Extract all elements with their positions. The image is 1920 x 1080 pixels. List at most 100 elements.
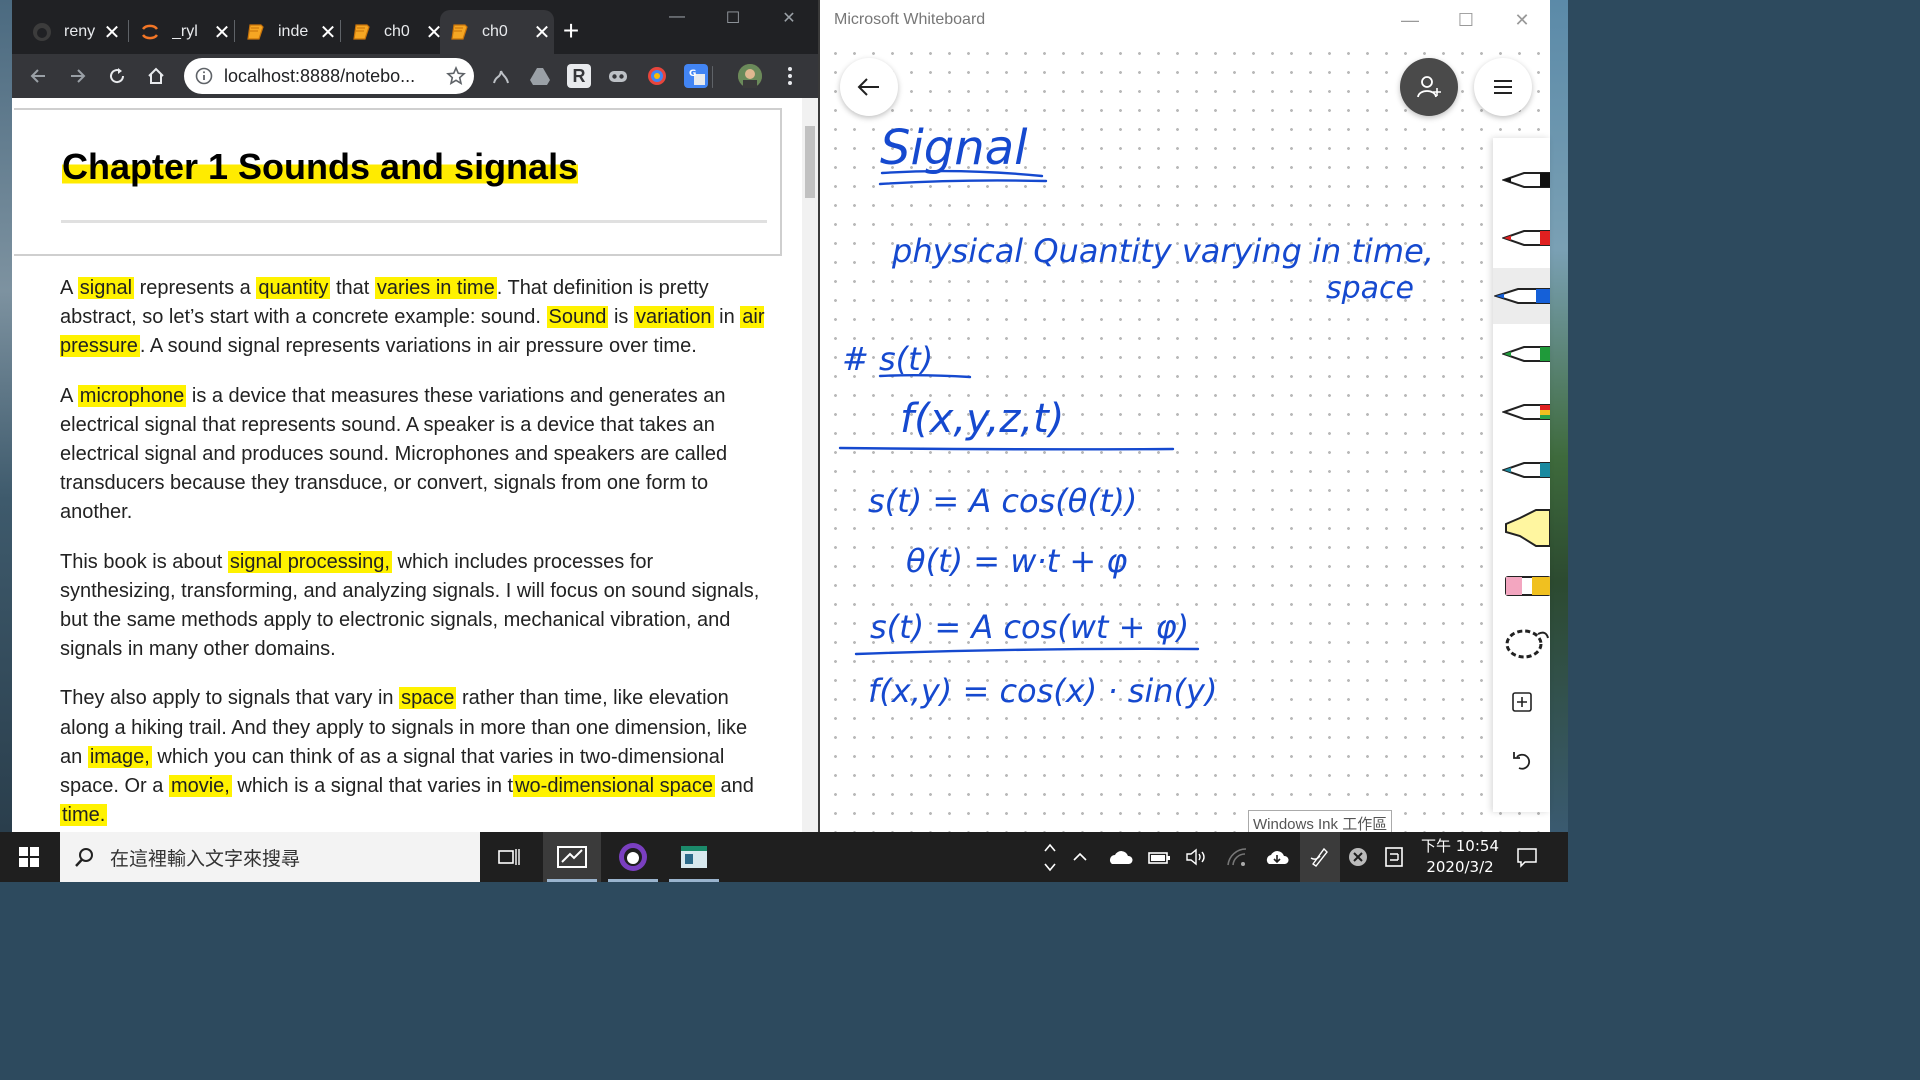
system-clock[interactable]: 下午 10:54 2020/3/2 [1418, 836, 1502, 878]
onedrive-icon[interactable] [1104, 832, 1136, 882]
extension-colorful-icon[interactable] [645, 64, 669, 88]
github-desktop-taskbar-app[interactable] [604, 832, 662, 882]
ime-mode-icon[interactable] [1380, 832, 1408, 882]
desktop-background-right [1550, 0, 1568, 832]
pen-rainbow-icon [1502, 404, 1550, 420]
page-scrollbar[interactable] [802, 98, 818, 832]
ink-line-9: f(x,y) = cos(x) · sin(y) [868, 672, 1217, 710]
whiteboard-app-icon [557, 846, 587, 868]
extension-mask-icon[interactable] [606, 64, 630, 88]
maximize-icon[interactable]: ☐ [718, 8, 748, 32]
action-center-icon[interactable] [1512, 832, 1542, 882]
whiteboard-window: Microsoft Whiteboard — ☐ ✕ Signal physic… [818, 0, 1550, 837]
address-bar[interactable]: localhost:8888/notebo... [184, 58, 474, 94]
highlighter-tool[interactable] [1493, 500, 1550, 556]
show-hidden-icons[interactable] [1066, 832, 1094, 882]
profile-avatar[interactable] [738, 64, 762, 88]
tab-ch0[interactable]: ch0 ✕ [342, 10, 446, 54]
menu-button[interactable] [1474, 58, 1532, 116]
add-box-icon [1511, 692, 1532, 712]
whiteboard-canvas[interactable]: Signal physical Quantity varying in time… [820, 40, 1550, 837]
ink-divider-1 [838, 446, 1175, 451]
jupyter-icon [140, 22, 160, 42]
url-text[interactable]: localhost:8888/notebo... [224, 66, 438, 87]
tab-github[interactable]: reny ✕ [22, 10, 124, 54]
undo-tool[interactable] [1493, 732, 1550, 788]
taskbar-scroll-arrows[interactable] [1040, 832, 1060, 882]
close-circle-icon[interactable] [1344, 832, 1372, 882]
pen-red-icon [1502, 230, 1550, 246]
close-icon[interactable]: ✕ [530, 20, 554, 45]
maximize-icon[interactable]: ☐ [1454, 9, 1478, 31]
add-content-tool[interactable] [1493, 674, 1550, 730]
back-arrow-icon[interactable] [24, 62, 52, 90]
cloud-sync-icon[interactable] [1262, 832, 1292, 882]
clock-time: 下午 10:54 [1421, 837, 1499, 855]
battery-icon[interactable] [1144, 832, 1174, 882]
back-arrow-icon [857, 78, 879, 96]
close-window-icon[interactable]: ✕ [1510, 9, 1534, 31]
extension-icon-1[interactable] [489, 64, 513, 88]
lasso-icon [1505, 629, 1549, 659]
highlight: varies in time [374, 277, 497, 299]
reload-icon[interactable] [103, 62, 131, 90]
paragraph-4: They also apply to signals that vary in … [60, 687, 754, 827]
pen-galaxy-tool[interactable] [1493, 442, 1550, 498]
google-drive-icon[interactable] [528, 64, 552, 88]
pen-black-tool[interactable] [1493, 152, 1550, 208]
pen-red-tool[interactable] [1493, 210, 1550, 266]
undo-icon [1512, 752, 1530, 770]
markdown-cell-heading[interactable]: Chapter 1 Sounds and signals [14, 108, 782, 256]
pen-green-icon [1502, 346, 1550, 362]
eraser-tool[interactable] [1493, 558, 1550, 614]
task-view-button[interactable] [480, 832, 538, 882]
terminal-taskbar-app[interactable] [665, 832, 723, 882]
ink-underline-2 [878, 179, 1048, 186]
start-button[interactable] [0, 832, 58, 882]
bookmark-star-icon[interactable] [438, 66, 474, 86]
close-icon[interactable]: ✕ [316, 20, 340, 45]
ink-divider-2 [854, 647, 1200, 656]
lasso-tool[interactable] [1493, 616, 1550, 672]
pen-green-tool[interactable] [1493, 326, 1550, 382]
search-icon [60, 846, 110, 868]
windows-ink-workspace-button[interactable] [1300, 832, 1340, 882]
add-person-icon [1417, 76, 1441, 98]
more-menu-icon[interactable] [778, 64, 802, 88]
whiteboard-taskbar-app[interactable] [543, 832, 601, 882]
minimize-icon[interactable]: — [1398, 9, 1422, 31]
forward-arrow-icon[interactable] [64, 62, 92, 90]
extension-r-icon[interactable]: R [567, 64, 591, 88]
invite-button[interactable] [1400, 58, 1458, 116]
close-icon[interactable]: ✕ [210, 20, 234, 45]
minimize-icon[interactable]: — [662, 8, 692, 32]
paragraph-2: A microphone is a device that measures t… [60, 384, 728, 524]
google-translate-icon[interactable]: G [684, 64, 708, 88]
markdown-cell-body[interactable]: A signal represents a quantity that vari… [60, 274, 770, 832]
tab-index[interactable]: inde ✕ [236, 10, 340, 54]
pen-rainbow-tool[interactable] [1493, 384, 1550, 440]
ink-line-4: # s(t) [842, 340, 933, 378]
github-icon [32, 22, 52, 42]
back-button[interactable] [840, 58, 898, 116]
tab-jupyter[interactable]: _ryl ✕ [130, 10, 234, 54]
home-icon[interactable] [142, 62, 170, 90]
tab-title: _ryl [172, 23, 198, 40]
tab-ch0-active[interactable]: ch0 ✕ [440, 10, 554, 54]
close-window-icon[interactable]: ✕ [774, 8, 804, 32]
tab-title: ch0 [482, 23, 508, 40]
info-icon[interactable] [184, 67, 224, 85]
close-icon[interactable]: ✕ [100, 20, 124, 45]
new-tab-button[interactable]: + [558, 16, 584, 46]
wifi-icon[interactable] [1222, 832, 1252, 882]
highlight: time. [60, 804, 108, 827]
scrollbar-thumb[interactable] [805, 126, 815, 198]
tab-title: reny [64, 23, 96, 40]
pen-blue-tool[interactable] [1493, 268, 1550, 324]
terminal-icon [681, 846, 707, 868]
taskbar-search[interactable]: 在這裡輸入文字來搜尋 [60, 832, 480, 882]
tab-strip: reny ✕ _ryl ✕ inde ✕ ch0 ✕ ch0 ✕ + — ☐ ✕ [12, 0, 818, 54]
chrome-window: reny ✕ _ryl ✕ inde ✕ ch0 ✕ ch0 ✕ + — ☐ ✕… [12, 0, 818, 832]
volume-icon[interactable] [1182, 832, 1212, 882]
task-view-icon [498, 849, 520, 865]
